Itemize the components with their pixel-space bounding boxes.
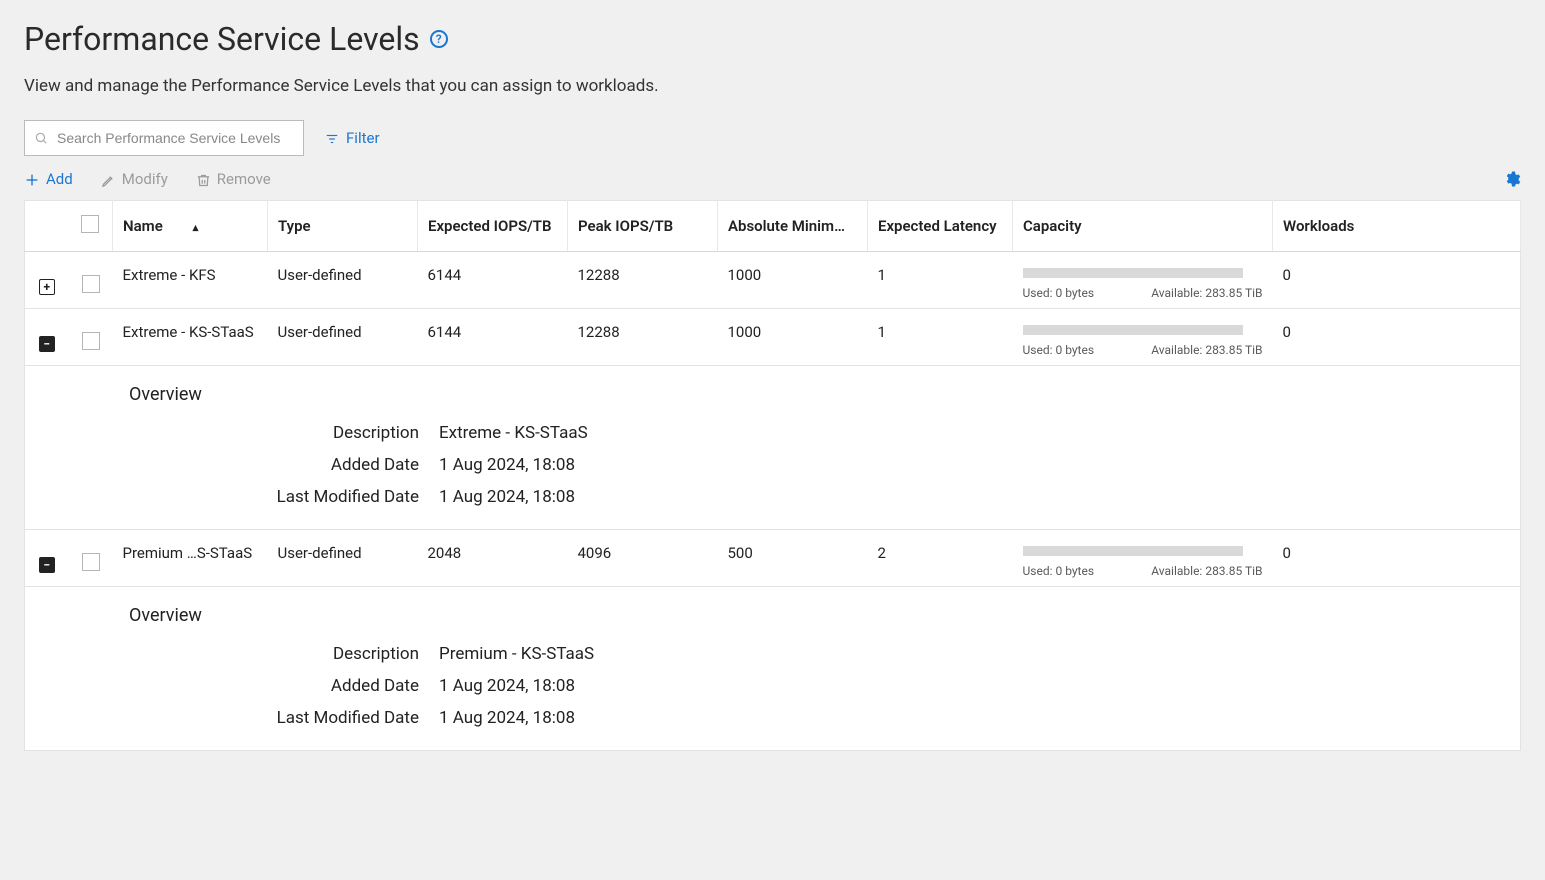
- checkbox-all[interactable]: [81, 215, 99, 233]
- capacity-available: Available: 283.85 TiB: [1151, 564, 1262, 578]
- cell-peak-iops: 12288: [568, 252, 718, 287]
- trash-icon: [196, 170, 211, 188]
- col-expand: [25, 201, 69, 252]
- added-date-label: Added Date: [189, 455, 419, 475]
- cell-capacity-text: Used: 0 bytes Available: 283.85 TiB: [1013, 286, 1273, 309]
- capacity-available: Available: 283.85 TiB: [1151, 286, 1262, 300]
- modified-date-value: 1 Aug 2024, 18:08: [439, 708, 1510, 728]
- table-row: −Premium …S-STaaSUser-defined20484096500…: [25, 530, 1521, 565]
- description-value: Extreme - KS-STaaS: [439, 423, 1510, 443]
- search-box: [24, 120, 304, 156]
- added-date-label: Added Date: [189, 676, 419, 696]
- detail-row: Overview Description Extreme - KS-STaaS Add…: [25, 366, 1521, 530]
- overview-heading: Overview: [129, 605, 1510, 626]
- cell-name: Extreme - KS-STaaS: [113, 309, 268, 344]
- cell-expected-iops: 6144: [418, 252, 568, 287]
- capacity-bar: [1023, 268, 1243, 278]
- psl-table: Name▴ Type Expected IOPS/TB Peak IOPS/TB…: [24, 200, 1521, 751]
- row-checkbox[interactable]: [82, 275, 100, 293]
- cell-abs-min: 500: [718, 530, 868, 565]
- col-capacity[interactable]: Capacity: [1013, 201, 1273, 252]
- cell-abs-min: 1000: [718, 309, 868, 344]
- cell-workloads: 0: [1273, 252, 1521, 287]
- settings-gear-icon[interactable]: [1503, 170, 1521, 188]
- sort-asc-icon: ▴: [193, 221, 199, 234]
- added-date-value: 1 Aug 2024, 18:08: [439, 455, 1510, 475]
- cell-type: User-defined: [268, 252, 418, 287]
- help-icon[interactable]: ?: [430, 30, 448, 48]
- filter-label: Filter: [346, 129, 380, 147]
- add-label: Add: [46, 170, 73, 188]
- plus-icon: [24, 170, 40, 188]
- cell-workloads: 0: [1273, 309, 1521, 344]
- col-expected-latency[interactable]: Expected Latency: [868, 201, 1013, 252]
- description-label: Description: [189, 423, 419, 443]
- cell-expected-iops: 6144: [418, 309, 568, 344]
- col-select-all[interactable]: [69, 201, 113, 252]
- cell-expected-latency: 2: [868, 530, 1013, 565]
- cell-peak-iops: 4096: [568, 530, 718, 565]
- cell-type: User-defined: [268, 530, 418, 565]
- capacity-used: Used: 0 bytes: [1023, 564, 1095, 578]
- description-value: Premium - KS-STaaS: [439, 644, 1510, 664]
- page-subtitle: View and manage the Performance Service …: [24, 76, 1521, 96]
- cell-capacity-text: Used: 0 bytes Available: 283.85 TiB: [1013, 564, 1273, 587]
- row-checkbox[interactable]: [82, 553, 100, 571]
- capacity-bar: [1023, 325, 1243, 335]
- cell-expected-iops: 2048: [418, 530, 568, 565]
- capacity-used: Used: 0 bytes: [1023, 343, 1095, 357]
- cell-expected-latency: 1: [868, 252, 1013, 287]
- detail-row: Overview Description Premium - KS-STaaS Add…: [25, 587, 1521, 751]
- capacity-bar: [1023, 546, 1243, 556]
- cell-capacity: [1013, 530, 1273, 565]
- col-expected-iops[interactable]: Expected IOPS/TB: [418, 201, 568, 252]
- add-button[interactable]: Add: [24, 170, 73, 188]
- added-date-value: 1 Aug 2024, 18:08: [439, 676, 1510, 696]
- search-input[interactable]: [24, 120, 304, 156]
- col-workloads[interactable]: Workloads: [1273, 201, 1521, 252]
- modified-date-label: Last Modified Date: [189, 487, 419, 507]
- cell-capacity: [1013, 309, 1273, 344]
- cell-name: Extreme - KFS: [113, 252, 268, 287]
- cell-workloads: 0: [1273, 530, 1521, 565]
- cell-capacity: [1013, 252, 1273, 287]
- pencil-icon: [101, 170, 116, 188]
- page-title: Performance Service Levels: [24, 20, 420, 58]
- modified-date-label: Last Modified Date: [189, 708, 419, 728]
- search-icon: [34, 130, 48, 146]
- cell-expected-latency: 1: [868, 309, 1013, 344]
- filter-icon: [324, 129, 340, 147]
- row-checkbox[interactable]: [82, 332, 100, 350]
- remove-label: Remove: [217, 170, 271, 188]
- col-peak-iops[interactable]: Peak IOPS/TB: [568, 201, 718, 252]
- modified-date-value: 1 Aug 2024, 18:08: [439, 487, 1510, 507]
- description-label: Description: [189, 644, 419, 664]
- table-row: +Extreme - KFSUser-defined61441228810001…: [25, 252, 1521, 287]
- expand-icon[interactable]: +: [39, 279, 55, 295]
- col-name[interactable]: Name▴: [113, 201, 268, 252]
- modify-label: Modify: [122, 170, 168, 188]
- cell-abs-min: 1000: [718, 252, 868, 287]
- collapse-icon[interactable]: −: [39, 557, 55, 573]
- capacity-used: Used: 0 bytes: [1023, 286, 1095, 300]
- collapse-icon[interactable]: −: [39, 336, 55, 352]
- col-abs-min[interactable]: Absolute Minim…: [718, 201, 868, 252]
- cell-peak-iops: 12288: [568, 309, 718, 344]
- cell-name: Premium …S-STaaS: [113, 530, 268, 565]
- remove-button[interactable]: Remove: [196, 170, 271, 188]
- modify-button[interactable]: Modify: [101, 170, 168, 188]
- capacity-available: Available: 283.85 TiB: [1151, 343, 1262, 357]
- filter-button[interactable]: Filter: [324, 129, 380, 147]
- cell-type: User-defined: [268, 309, 418, 344]
- cell-capacity-text: Used: 0 bytes Available: 283.85 TiB: [1013, 343, 1273, 366]
- overview-heading: Overview: [129, 384, 1510, 405]
- col-type[interactable]: Type: [268, 201, 418, 252]
- table-row: −Extreme - KS-STaaSUser-defined614412288…: [25, 309, 1521, 344]
